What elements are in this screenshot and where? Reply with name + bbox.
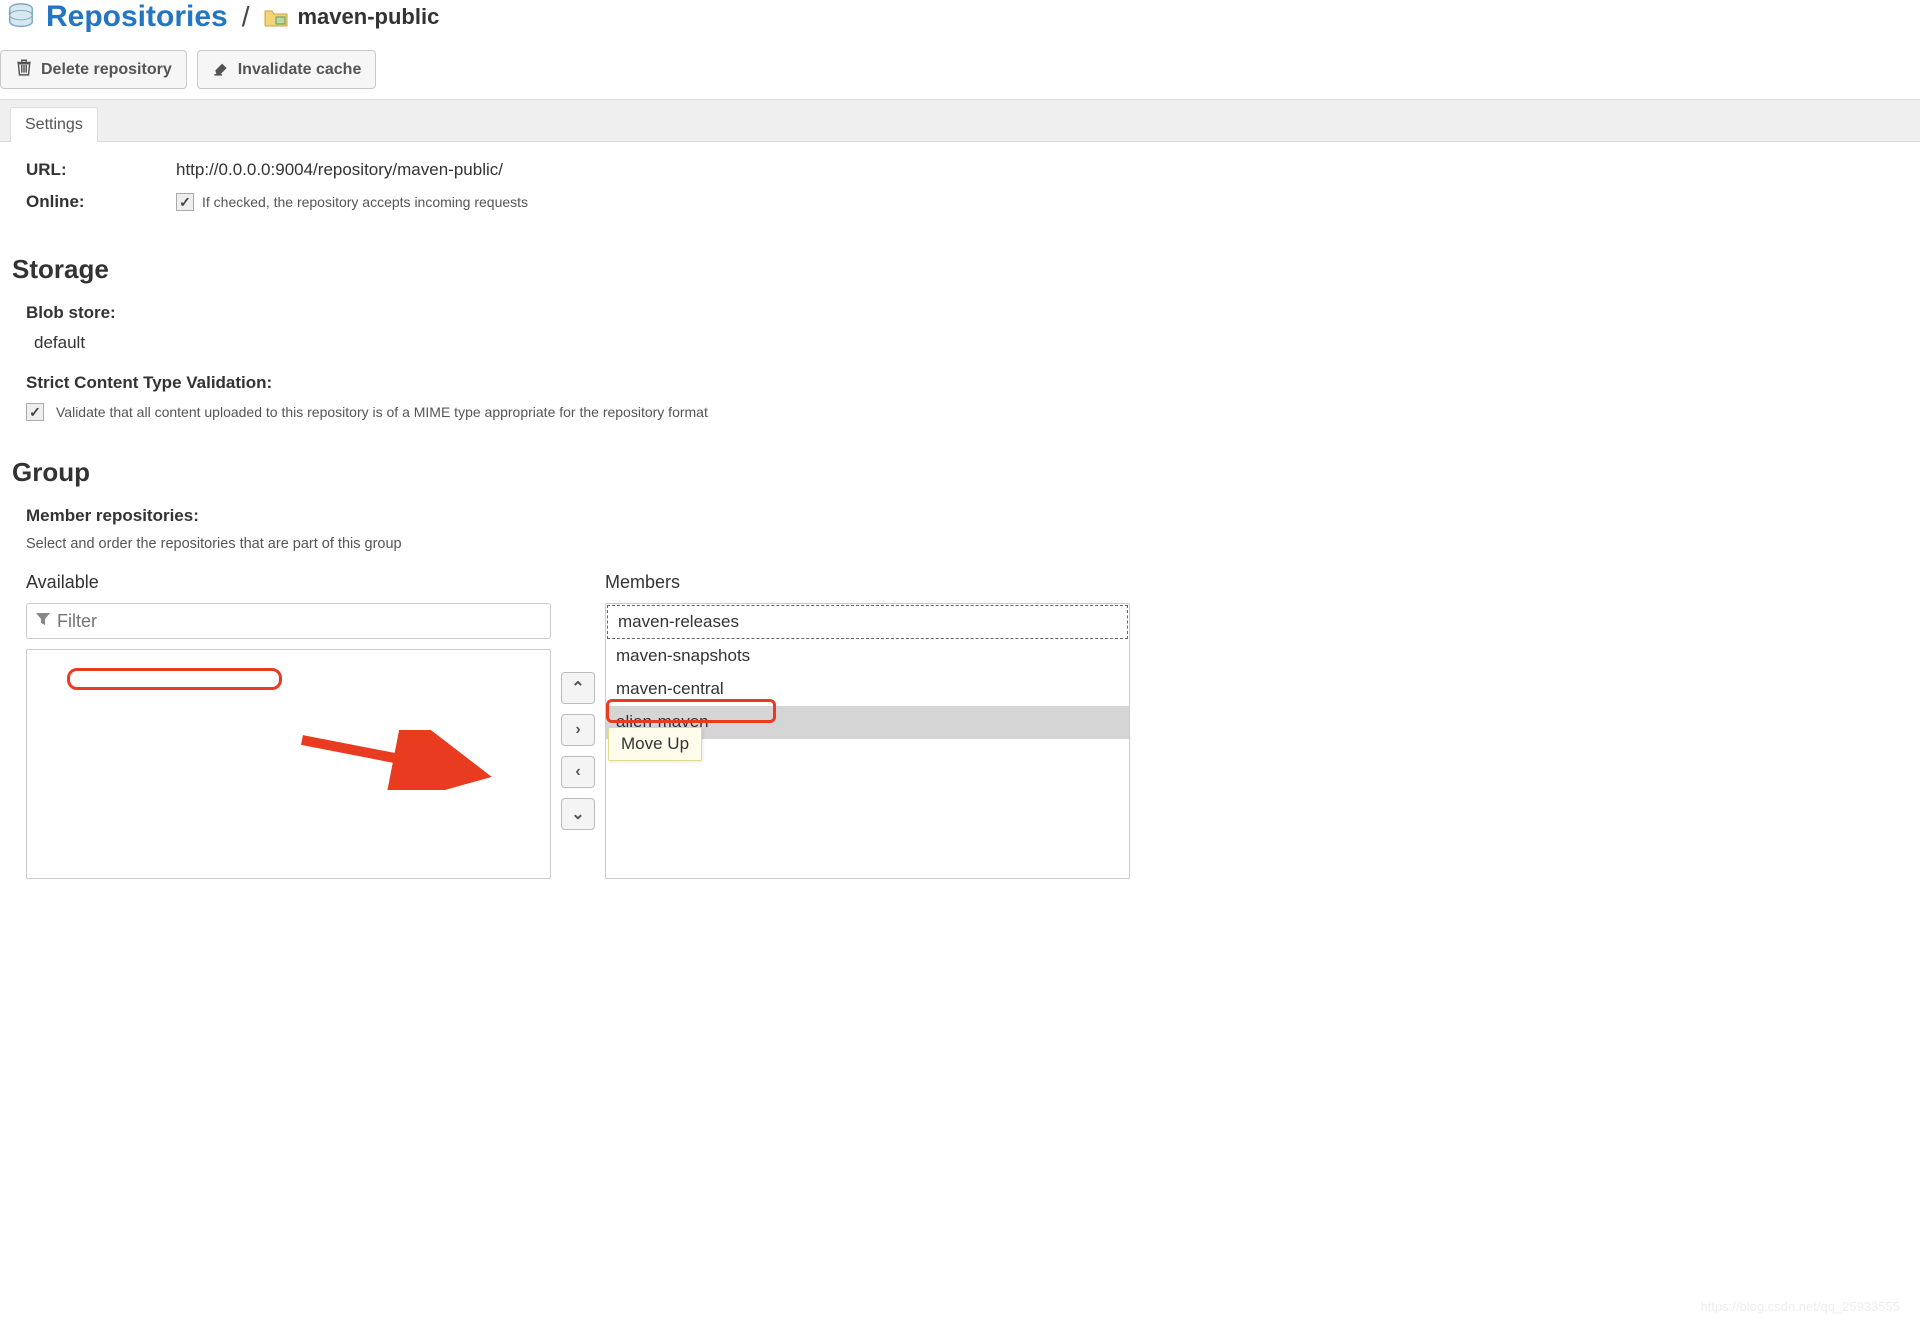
url-value: http://0.0.0.0:9004/repository/maven-pub… [176, 160, 503, 180]
delete-repository-label: Delete repository [41, 61, 172, 79]
folder-group-icon [264, 7, 288, 27]
move-up-button[interactable]: ⌃ [561, 672, 595, 704]
available-title: Available [26, 572, 551, 593]
member-repositories-label: Member repositories: [26, 506, 1900, 526]
delete-repository-button[interactable]: Delete repository [0, 50, 187, 89]
breadcrumb-separator: / [242, 1, 250, 33]
annotation-alien-highlight [606, 699, 776, 723]
tab-settings[interactable]: Settings [10, 107, 98, 142]
blob-store-label: Blob store: [26, 303, 1900, 323]
chevron-down-icon: ⌄ [571, 804, 584, 824]
url-label: URL: [26, 160, 176, 180]
chevron-left-icon: ‹ [575, 763, 580, 781]
online-checkbox[interactable] [176, 193, 194, 211]
remove-from-members-button[interactable]: ‹ [561, 756, 595, 788]
move-down-button[interactable]: ⌄ [561, 798, 595, 830]
database-icon [6, 2, 36, 32]
strict-validation-checkbox[interactable] [26, 403, 44, 421]
chevron-up-icon: ⌃ [571, 678, 584, 698]
group-heading: Group [12, 457, 1900, 488]
chevron-right-icon: › [575, 721, 580, 739]
filter-input-wrapper[interactable] [26, 603, 551, 639]
member-item-maven-releases[interactable]: maven-releases [607, 605, 1128, 639]
eraser-icon [212, 58, 230, 81]
move-up-tooltip: Move Up [608, 727, 702, 761]
member-item-maven-snapshots[interactable]: maven-snapshots [606, 640, 1129, 673]
strict-validation-hint: Validate that all content uploaded to th… [56, 404, 708, 420]
blob-store-value: default [26, 333, 1900, 353]
watermark: https://blog.csdn.net/qq_25933555 [1701, 1299, 1901, 1314]
online-label: Online: [26, 192, 176, 212]
annotation-arrow [297, 730, 497, 790]
invalidate-cache-label: Invalidate cache [238, 61, 362, 79]
annotation-empty-highlight [67, 668, 282, 690]
funnel-icon [35, 611, 51, 631]
members-title: Members [605, 572, 1130, 593]
breadcrumb-current: maven-public [298, 4, 440, 30]
storage-heading: Storage [12, 254, 1900, 285]
breadcrumb-root-link[interactable]: Repositories [46, 0, 228, 34]
strict-validation-label: Strict Content Type Validation: [26, 373, 1900, 393]
online-hint: If checked, the repository accepts incom… [202, 194, 528, 210]
invalidate-cache-button[interactable]: Invalidate cache [197, 50, 377, 89]
trash-icon [15, 58, 33, 81]
members-list[interactable]: maven-releases maven-snapshots maven-cen… [605, 603, 1130, 879]
add-to-members-button[interactable]: › [561, 714, 595, 746]
filter-input[interactable] [57, 611, 542, 632]
available-list[interactable] [26, 649, 551, 879]
member-repositories-desc: Select and order the repositories that a… [26, 536, 1900, 552]
